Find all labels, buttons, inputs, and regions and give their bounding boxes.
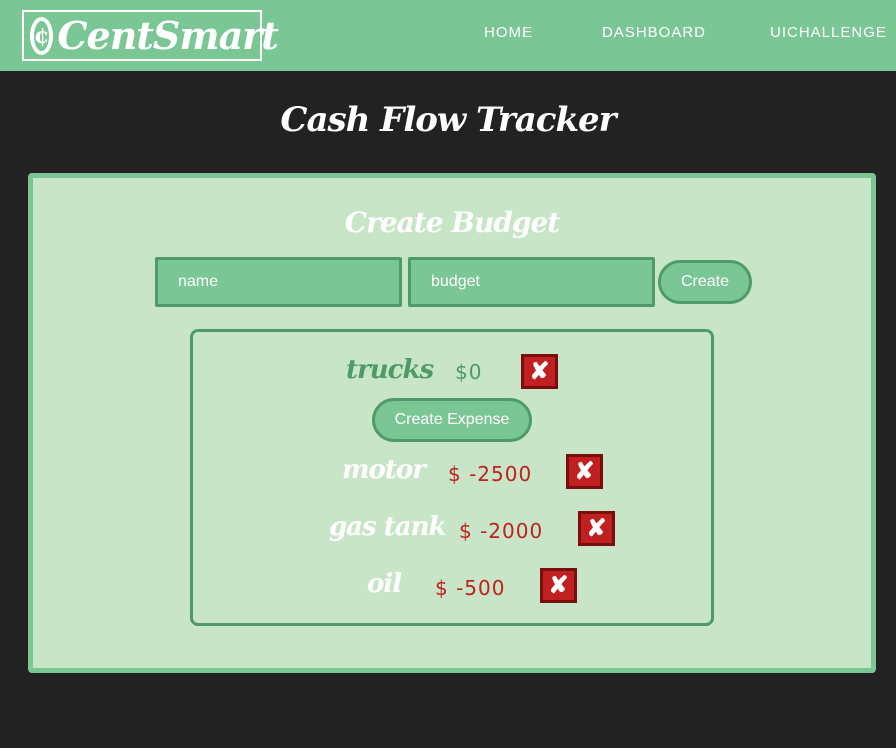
expense-name: oil bbox=[367, 569, 402, 599]
brand-logo[interactable]: ¢ CentSmart bbox=[22, 10, 279, 61]
cent-coin-icon: ¢ bbox=[30, 16, 54, 55]
brand-name: CentSmart bbox=[57, 12, 278, 58]
close-icon: ✘ bbox=[548, 571, 569, 599]
expense-amount: $ -2500 bbox=[448, 462, 533, 486]
delete-expense-button[interactable]: ✘ bbox=[578, 511, 615, 546]
nav-link-home[interactable]: HOME bbox=[484, 24, 533, 41]
expense-amount: $ -2000 bbox=[459, 519, 544, 543]
budget-amount-input[interactable] bbox=[408, 257, 655, 307]
delete-expense-button[interactable]: ✘ bbox=[540, 568, 577, 603]
create-budget-title: Create Budget bbox=[344, 206, 560, 239]
expense-name: gas tank bbox=[329, 512, 446, 542]
close-icon: ✘ bbox=[574, 457, 595, 485]
expense-amount: $ -500 bbox=[435, 576, 506, 600]
nav-link-uichallenge[interactable]: UICHALLENGE bbox=[770, 24, 887, 41]
close-icon: ✘ bbox=[586, 514, 607, 542]
create-expense-button[interactable]: Create Expense bbox=[372, 398, 532, 442]
budget-amount: $0 bbox=[455, 360, 483, 384]
navbar: ¢ CentSmart HOME DASHBOARD UICHALLENGE bbox=[0, 0, 896, 71]
page-title: Cash Flow Tracker bbox=[280, 100, 616, 140]
delete-expense-button[interactable]: ✘ bbox=[566, 454, 603, 489]
expense-name: motor bbox=[342, 455, 426, 485]
budget-name-input[interactable] bbox=[155, 257, 402, 307]
create-budget-button[interactable]: Create bbox=[658, 260, 752, 304]
budget-card: trucks $0 ✘ Create Expense motor $ -2500… bbox=[190, 329, 714, 626]
budget-panel: Create Budget Create trucks $0 ✘ Create … bbox=[28, 173, 876, 673]
delete-budget-button[interactable]: ✘ bbox=[521, 354, 558, 389]
budget-name: trucks bbox=[346, 355, 434, 385]
nav-link-dashboard[interactable]: DASHBOARD bbox=[602, 24, 706, 41]
close-icon: ✘ bbox=[529, 357, 550, 385]
